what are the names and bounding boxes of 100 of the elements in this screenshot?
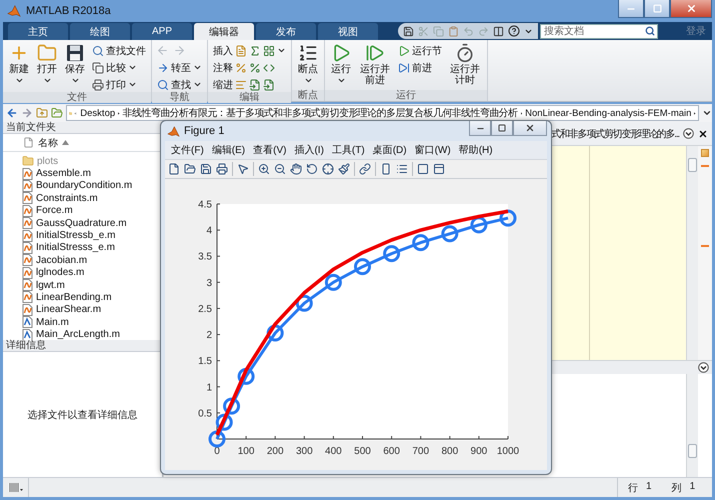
ribbon-button[interactable]: 查找文件 <box>91 43 147 58</box>
path-segment[interactable]: NonLinear-Bending-analysis-FEM-main <box>524 108 692 118</box>
indent-icon <box>235 78 247 90</box>
maximize-icon <box>652 4 662 13</box>
timer-icon <box>455 43 475 63</box>
maximize-icon <box>498 124 506 132</box>
cut-icon <box>418 26 429 36</box>
ribbon-button[interactable]: 前进 <box>397 60 443 75</box>
menu-item[interactable]: 桌面(D) <box>368 143 411 157</box>
scrollbar[interactable] <box>686 146 698 360</box>
ribbon-button[interactable]: 转至 <box>156 60 203 75</box>
ribbon-button[interactable]: 打印 <box>91 77 147 92</box>
data-point <box>216 414 233 431</box>
tab[interactable]: 发布 <box>256 23 316 40</box>
ribbon-button[interactable]: 缩进 <box>212 77 287 92</box>
file-name[interactable]: lgwt.m <box>36 280 65 291</box>
ribbon-button[interactable]: 运行并计时 <box>447 42 483 90</box>
panel-title: 详细信息 <box>3 340 162 352</box>
path-segment[interactable]: 非线性弯曲分析有限元：基于多项式和非多项式剪切变形理论的多层复合板几何非线性弯曲分析 <box>122 106 519 120</box>
tick-label: 4 <box>206 226 212 237</box>
group-label: 运行 <box>325 90 487 101</box>
tick-label: 900 <box>470 446 488 457</box>
maximize-button[interactable] <box>491 121 513 136</box>
file-name[interactable]: Force.m <box>36 205 73 216</box>
caret-icon <box>277 46 286 55</box>
file-name[interactable]: Main_ArcLength.m <box>36 329 120 340</box>
pointer-icon <box>237 163 249 175</box>
file-name[interactable]: Constraints.m <box>36 192 98 204</box>
save-icon <box>200 163 212 175</box>
ribbon-button[interactable]: 插入 <box>212 43 287 58</box>
file-name[interactable]: Assemble.m <box>36 168 92 180</box>
file-name[interactable]: LinearBending.m <box>36 292 112 303</box>
editor-tab[interactable]: 式和非多项式剪切变形理论的多... <box>551 126 679 140</box>
data-point <box>441 225 458 242</box>
run-section-icon <box>398 44 410 56</box>
ribbon-button[interactable]: 运行 <box>329 42 353 90</box>
new-file-icon <box>168 163 180 175</box>
file-name[interactable]: lglnodes.m <box>36 267 84 278</box>
copy-icon <box>433 26 444 36</box>
dropdown-icon <box>683 128 694 139</box>
file-name[interactable]: InitialStressb_e.m <box>36 230 116 242</box>
menu-item[interactable]: 编辑(E) <box>208 143 250 157</box>
ribbon-button[interactable]: 保存 <box>63 42 87 92</box>
function-file-icon <box>22 192 33 204</box>
file-name[interactable]: Main.m <box>36 316 69 328</box>
caret-icon <box>42 76 52 85</box>
menu-item[interactable]: 帮助(H) <box>454 143 497 157</box>
ribbon-button[interactable]: 比较 <box>91 60 147 75</box>
data-point <box>354 258 371 276</box>
address-field[interactable]: Desktop 非线性弯曲分析有限元：基于多项式和非多项式剪切变形理论的多层复合板几何非线性弯曲分析 NonLinear-Bending-analysis-FEM-main <box>66 105 699 121</box>
tab[interactable]: 视图 <box>318 23 378 40</box>
data-point <box>324 274 342 291</box>
tab[interactable]: 主页 <box>8 23 68 40</box>
menu-item[interactable]: 工具(T) <box>328 143 369 157</box>
file-name[interactable]: GaussQuadrature.m <box>36 218 127 229</box>
window-title: MATLAB R2018a <box>26 5 111 17</box>
redo-icon <box>478 26 489 36</box>
file-name[interactable]: LinearShear.m <box>36 304 102 316</box>
breakpoints-icon <box>298 43 318 63</box>
ribbon-button[interactable]: 断点 <box>296 42 320 90</box>
maximize-button[interactable] <box>644 0 670 18</box>
menu-item[interactable]: 插入(I) <box>290 143 328 157</box>
tick-label: 1000 <box>496 446 520 457</box>
caret-icon <box>14 76 24 85</box>
file-name[interactable]: InitialStresss_e.m <box>36 242 115 254</box>
path-segment[interactable]: Desktop <box>79 108 116 118</box>
separator-arrow-icon <box>694 110 696 116</box>
comment-icon <box>235 62 247 74</box>
paste-icon <box>448 26 459 36</box>
close-button[interactable] <box>670 0 712 18</box>
colorbar-icon <box>380 163 392 175</box>
search-field[interactable]: 搜索文档 <box>540 24 658 38</box>
ribbon-button[interactable]: 运行节 <box>397 43 443 58</box>
close-button[interactable] <box>513 121 547 136</box>
minimize-button[interactable] <box>618 0 644 18</box>
tick-label: 2.5 <box>198 304 212 315</box>
forward-icon <box>173 44 186 57</box>
menu-item[interactable]: 查看(V) <box>249 143 290 157</box>
data-point <box>412 234 430 252</box>
column-header[interactable]: 名称 <box>38 136 58 150</box>
caret-icon <box>336 76 346 85</box>
save-icon <box>403 26 414 36</box>
file-name[interactable]: Jacobian.m <box>36 254 88 266</box>
tick-label: 300 <box>296 446 313 457</box>
link-icon <box>359 163 371 175</box>
ribbon-button[interactable]: 查找 <box>156 77 203 92</box>
ribbon-button[interactable]: 运行并前进 <box>357 42 393 90</box>
window-title: Figure 1 <box>184 125 224 137</box>
ribbon-button[interactable]: 新建 <box>7 42 31 92</box>
menu-item[interactable]: 文件(F) <box>167 143 208 157</box>
data-point <box>500 210 516 227</box>
scrollbar[interactable] <box>686 374 698 477</box>
ribbon-button[interactable]: 注释 <box>212 60 287 75</box>
tab[interactable]: 绘图 <box>70 23 130 40</box>
ribbon-button[interactable]: 打开 <box>35 42 59 92</box>
forward-icon <box>21 107 33 119</box>
tab[interactable]: APP <box>132 23 192 40</box>
menu-item[interactable]: 窗口(W) <box>410 143 455 157</box>
file-name[interactable]: BoundaryCondition.m <box>36 180 132 192</box>
tab[interactable]: 编辑器 <box>194 23 254 40</box>
